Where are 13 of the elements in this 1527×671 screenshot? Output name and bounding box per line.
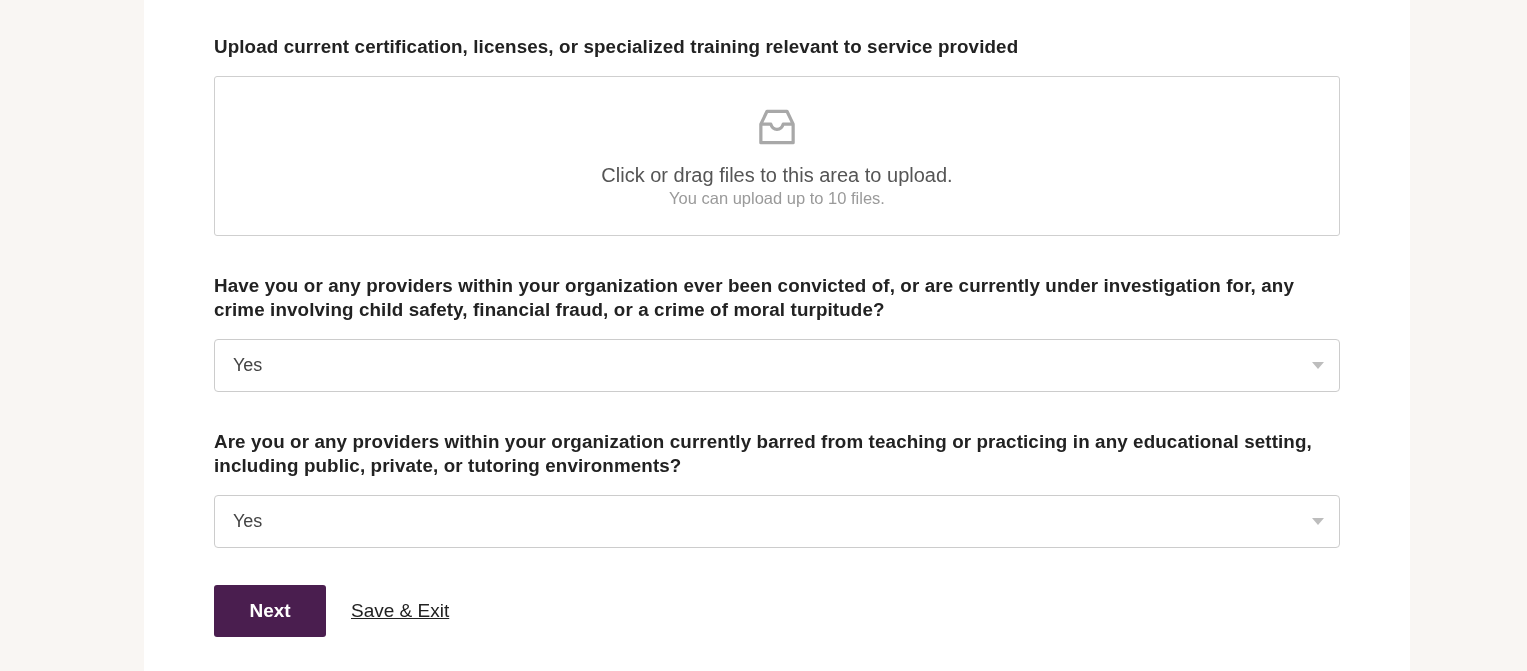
inbox-icon [758,107,796,147]
save-exit-link[interactable]: Save & Exit [351,600,450,622]
question-label: Upload current certification, licenses, or specialized training relevant to service provided [214,35,1020,59]
question-label: Are you or any providers within your organization currently barred from teaching or practicing in any educational setting, including public, private, or tutoring environments? [214,430,1313,478]
next-button[interactable]: Next [214,585,326,637]
upload-hint: You can upload up to 10 files. [669,188,885,208]
question-label: Have you or any providers within your organization ever been convicted of, or are currently under investigation for, any crime involving child safety, financial fraud, or a crime of moral turpitude? [214,274,1295,322]
dropdown-field[interactable]: Yes [214,339,1340,392]
caret-icon [1312,362,1324,369]
upload-dropzone[interactable]: Click or drag files to this area to upload. You can upload up to 10 files. [214,76,1340,236]
dropdown-field[interactable]: Yes [214,495,1340,548]
caret-icon [1312,518,1324,525]
upload-prompt: Click or drag files to this area to upload. [601,163,953,187]
